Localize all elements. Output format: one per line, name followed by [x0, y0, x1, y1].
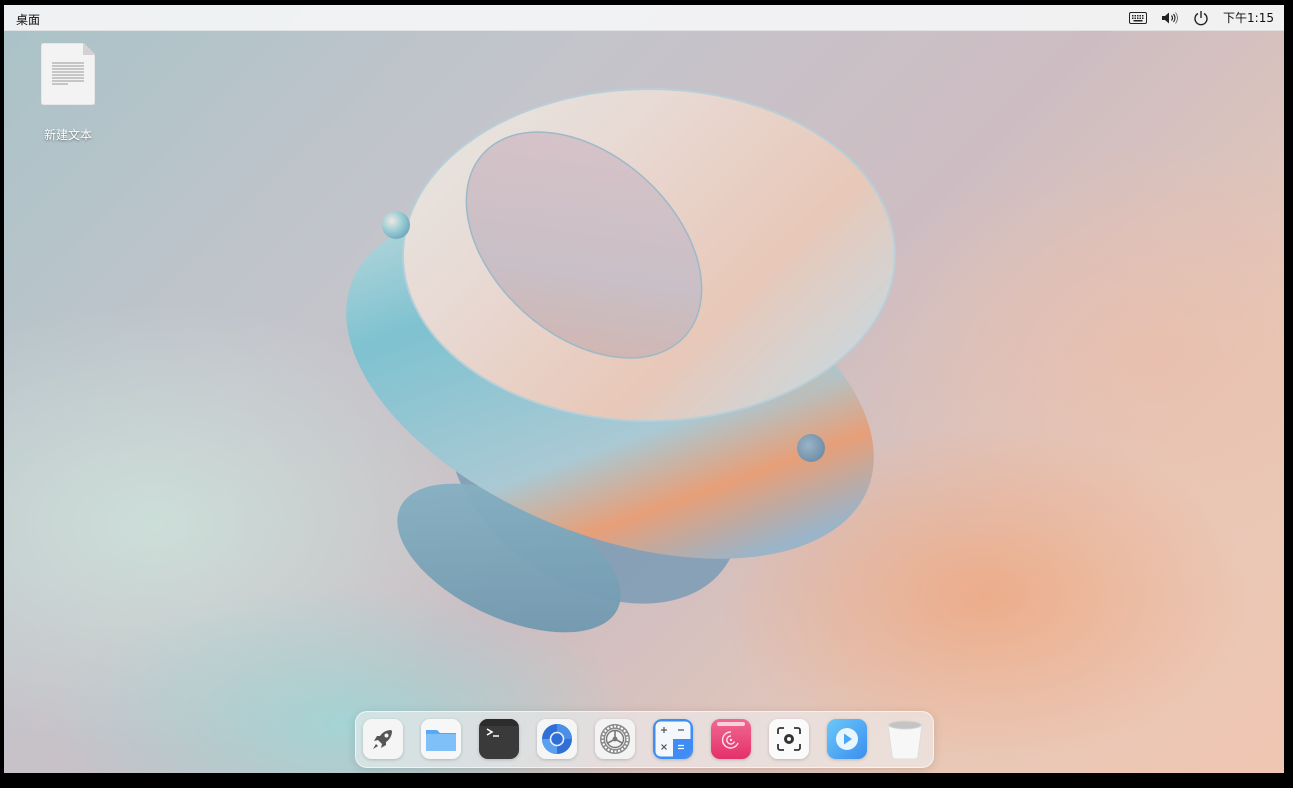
- volume-icon[interactable]: [1161, 11, 1179, 25]
- dock: [355, 711, 934, 768]
- panel-title: 桌面: [16, 13, 41, 27]
- calculator-icon: [653, 719, 693, 759]
- folder-icon: [421, 719, 461, 759]
- trash-button[interactable]: [885, 719, 925, 759]
- store-icon: [711, 719, 751, 759]
- video-player-button[interactable]: [827, 719, 867, 759]
- screenshot-icon: [769, 719, 809, 759]
- control-center-button[interactable]: [595, 719, 635, 759]
- trash-icon: [887, 720, 923, 759]
- rocket-icon: [363, 719, 403, 759]
- desktop-file-label: 新建文本: [43, 128, 92, 142]
- play-icon: [827, 719, 867, 759]
- launcher-button[interactable]: [363, 719, 403, 759]
- screenshot-button[interactable]: [769, 719, 809, 759]
- app-store-button[interactable]: [711, 719, 751, 759]
- browser-button[interactable]: [537, 719, 577, 759]
- system-tray: 下午1:15: [1129, 5, 1274, 30]
- calculator-button[interactable]: [653, 719, 693, 759]
- file-manager-button[interactable]: [421, 719, 461, 759]
- clock[interactable]: 下午1:15: [1223, 9, 1274, 26]
- settings-gear-icon: [595, 719, 635, 759]
- desktop-screen: 桌面 下午1:15 新建文本: [4, 5, 1284, 773]
- keyboard-icon[interactable]: [1129, 11, 1148, 24]
- terminal-button[interactable]: [479, 719, 519, 759]
- top-panel: 桌面 下午1:15: [4, 5, 1284, 31]
- power-icon[interactable]: [1193, 10, 1209, 26]
- browser-icon: [537, 719, 577, 759]
- terminal-icon: [479, 719, 519, 759]
- text-document-icon: [41, 43, 95, 105]
- wallpaper-art: [346, 88, 896, 633]
